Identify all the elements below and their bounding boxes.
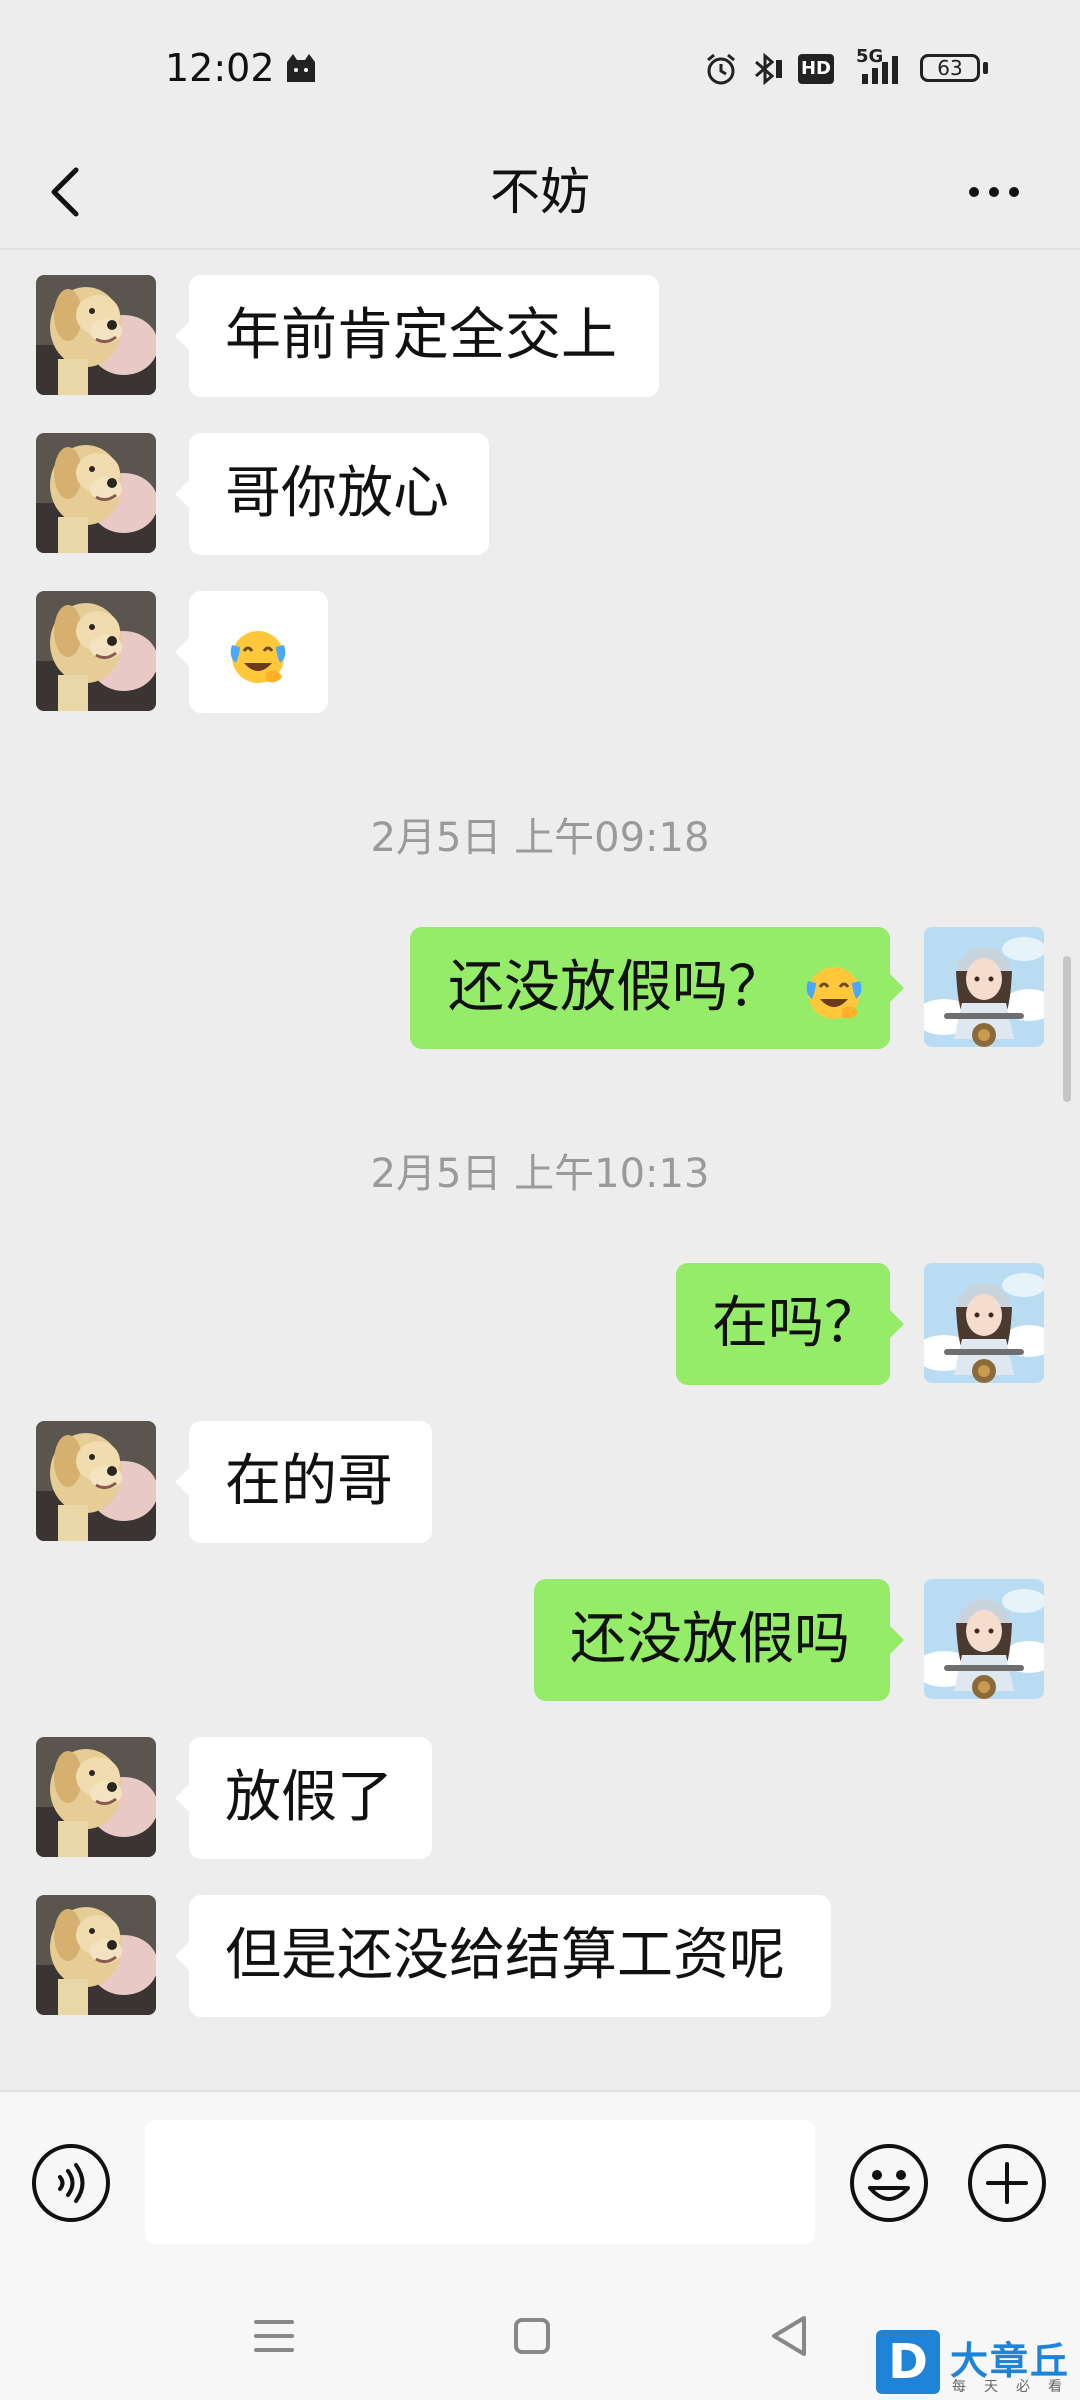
bluetooth-icon [755,52,782,86]
voice-input-icon[interactable] [30,2142,112,2224]
contact-avatar[interactable] [36,1895,156,2015]
watermark: D 大章丘 每天必看 [876,2330,1080,2400]
home-icon[interactable] [502,2306,562,2366]
contact-avatar[interactable] [36,433,156,553]
message-bubble[interactable]: 放假了 [175,1737,432,1859]
contact-avatar[interactable] [36,1421,156,1541]
message-bubble[interactable]: 还没放假吗？ [410,927,904,1049]
status-bar: 12:02 HD 5G 63 [0,0,1080,140]
input-bar [0,2090,1080,2266]
message-input[interactable] [145,2120,815,2244]
scrollbar[interactable] [1063,956,1071,1102]
watermark-tagline: 每天必看 [952,2379,1080,2395]
chat-header: 不妨 [0,140,1080,250]
hd-badge: HD [798,54,834,84]
menu-icon[interactable] [244,2306,304,2366]
alarm-icon [707,53,735,85]
emoji-message-bubble[interactable] [175,591,328,713]
back-triangle-icon[interactable] [760,2306,820,2366]
my-avatar[interactable] [924,1263,1044,1383]
message-bubble[interactable]: 还没放假吗 [534,1579,904,1701]
my-avatar[interactable] [924,927,1044,1047]
more-options-icon[interactable] [960,152,1040,232]
signal-icon [862,56,898,84]
message-list[interactable]: 年前肯定全交上 哥你放心 2月5日 上午09:18 还没放假吗？ 2月5日 上午… [0,250,1080,2090]
my-avatar[interactable] [924,1579,1044,1699]
message-text: 在吗？ [712,1291,880,1356]
contact-avatar[interactable] [36,275,156,395]
add-icon[interactable] [966,2142,1048,2224]
message-bubble[interactable]: 哥你放心 [175,433,489,555]
battery-tip [983,62,988,74]
emoji-icon[interactable] [848,2142,930,2224]
chat-title: 不妨 [490,163,590,221]
watermark-logo: D [876,2330,940,2394]
message-text: 还没放假吗？ [448,955,784,1020]
message-text: 放假了 [225,1765,393,1830]
contact-avatar[interactable] [36,591,156,711]
sad-laughing-emoji-icon [226,623,290,687]
contact-avatar[interactable] [36,1737,156,1857]
message-bubble[interactable]: 但是还没给结算工资呢 [175,1895,831,2017]
message-text: 在的哥 [225,1449,393,1514]
sad-laughing-emoji-icon [802,959,866,1023]
message-text: 年前肯定全交上 [225,303,617,368]
battery-indicator: 63 [920,54,980,82]
message-bubble[interactable]: 在吗？ [676,1263,904,1385]
status-time: 12:02 [165,46,275,90]
message-text: 还没放假吗 [570,1607,850,1672]
message-timestamp: 2月5日 上午09:18 [370,815,710,861]
message-text: 但是还没给结算工资呢 [225,1923,785,1988]
message-timestamp: 2月5日 上午10:13 [370,1151,710,1197]
message-bubble[interactable]: 在的哥 [175,1421,432,1543]
cat-notification-icon [287,54,315,82]
message-bubble[interactable]: 年前肯定全交上 [175,275,659,397]
message-text: 哥你放心 [225,461,449,526]
